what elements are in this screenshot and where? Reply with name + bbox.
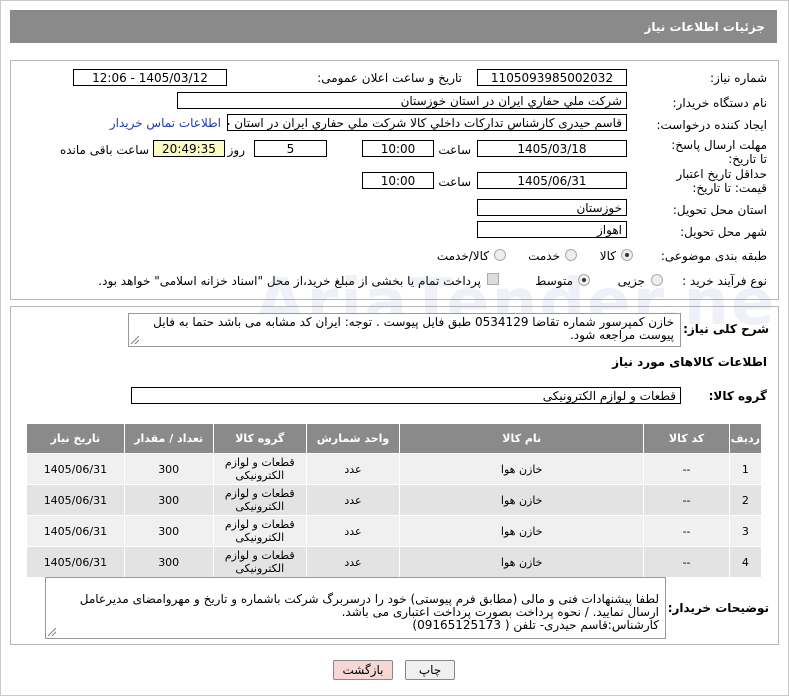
goods-section-title: اطلاعات کالاهای مورد نیاز: [612, 355, 767, 369]
reply-time-label: ساعت: [438, 143, 471, 157]
cell-row-number: 1: [728, 453, 763, 485]
city-label: شهر محل تحویل:: [680, 225, 767, 239]
need-number-field[interactable]: 1105093985002032: [477, 69, 627, 86]
validity-time-field[interactable]: 10:00: [362, 172, 434, 189]
resize-grip[interactable]: [131, 336, 139, 344]
category-option-goods: کالا: [599, 249, 616, 263]
creator-label: ایجاد کننده درخواست:: [656, 118, 767, 132]
cell-need-date: 1405/06/31: [26, 546, 125, 578]
cell-row-number: 2: [728, 484, 763, 516]
goods-group-field[interactable]: قطعات و لوازم الکترونیکی: [131, 387, 681, 404]
items-table: ردیف کد کالا نام کالا واحد شمارش گروه کا…: [26, 423, 763, 578]
category-radio-goods-service[interactable]: [494, 249, 506, 261]
back-button[interactable]: بازگشت: [333, 660, 393, 680]
category-radio-goods[interactable]: [621, 249, 633, 261]
buyer-label: نام دستگاه خریدار:: [672, 96, 768, 110]
process-option-medium: متوسط: [535, 274, 573, 288]
cell-item-name: خازن هوا: [399, 484, 645, 516]
category-radio-service[interactable]: [565, 249, 577, 261]
process-label: نوع فرآیند خرید :: [682, 274, 767, 288]
reply-deadline-label: مهلت ارسال پاسخ: تا تاریخ:: [671, 138, 767, 166]
col-group: گروه کالا: [212, 423, 307, 454]
validity-label: حداقل تاریخ اعتبار قیمت: تا تاریخ:: [676, 167, 767, 195]
buyer-notes-label: توضیحات خریدار:: [667, 601, 769, 615]
page-title: جزئیات اطلاعات نیاز: [644, 20, 765, 34]
process-radio-minor[interactable]: [651, 274, 663, 286]
resize-grip[interactable]: [48, 628, 56, 636]
cell-row-number: 4: [728, 546, 763, 578]
table-row[interactable]: 4 -- خازن هوا عدد قطعات و لوازم الکترونی…: [26, 546, 763, 578]
remaining-time-field: 20:49:35: [153, 140, 225, 157]
cell-quantity: 300: [123, 484, 214, 516]
reply-time-field[interactable]: 10:00: [362, 140, 434, 157]
goods-group-label: گروه کالا:: [708, 389, 767, 403]
reply-date-field[interactable]: 1405/03/18: [477, 140, 627, 157]
announce-datetime-field[interactable]: 1405/03/12 - 12:06: [73, 69, 227, 86]
payment-note: پرداخت تمام یا بخشی از مبلغ خرید،از محل …: [98, 274, 481, 288]
announce-label: تاریخ و ساعت اعلان عمومی:: [317, 71, 462, 85]
col-row-number: ردیف: [728, 423, 763, 454]
remaining-time-label: ساعت باقی مانده: [59, 143, 149, 157]
table-header-row: ردیف کد کالا نام کالا واحد شمارش گروه کا…: [26, 423, 763, 454]
cell-quantity: 300: [123, 546, 214, 578]
buyer-notes-text: لطفا پیشنهادات فنی و مالی (مطابق فرم پیو…: [79, 592, 659, 632]
cell-item-name: خازن هوا: [399, 453, 645, 485]
creator-field[interactable]: قاسم حيدری کارشناس تداركات داخلي كالا شر…: [227, 114, 627, 131]
cell-item-code: --: [643, 484, 730, 516]
cell-item-name: خازن هوا: [399, 515, 645, 547]
buyer-notes-textarea[interactable]: لطفا پیشنهادات فنی و مالی (مطابق فرم پیو…: [45, 577, 666, 639]
cell-unit: عدد: [305, 546, 401, 578]
table-row[interactable]: 1 -- خازن هوا عدد قطعات و لوازم الکترونی…: [26, 453, 763, 485]
process-radio-medium[interactable]: [578, 274, 590, 286]
cell-item-name: خازن هوا: [399, 546, 645, 578]
category-option-goods-service: کالا/خدمت: [436, 249, 489, 263]
cell-need-date: 1405/06/31: [26, 484, 125, 516]
cell-need-date: 1405/06/31: [26, 515, 125, 547]
validity-time-label: ساعت: [438, 175, 471, 189]
table-row[interactable]: 3 -- خازن هوا عدد قطعات و لوازم الکترونی…: [26, 515, 763, 547]
cell-quantity: 300: [123, 515, 214, 547]
col-quantity: تعداد / مقدار: [123, 423, 214, 454]
col-item-code: کد کالا: [643, 423, 730, 454]
col-item-name: نام کالا: [399, 423, 645, 454]
description-textarea[interactable]: خازن کمپرسور شماره تقاضا 0534129 طبق فای…: [128, 313, 681, 347]
cell-unit: عدد: [305, 515, 401, 547]
page-header: جزئیات اطلاعات نیاز: [10, 10, 777, 43]
cell-need-date: 1405/06/31: [26, 453, 125, 485]
buyer-field[interactable]: شرکت ملي حفاري ايران در استان خوزستان: [177, 92, 627, 109]
process-option-minor: جزیی: [617, 274, 645, 288]
cell-unit: عدد: [305, 484, 401, 516]
cell-group: قطعات و لوازم الکترونیکی: [212, 546, 307, 578]
col-unit: واحد شمارش: [305, 423, 401, 454]
cell-row-number: 3: [728, 515, 763, 547]
category-label: طبقه بندی موضوعی:: [660, 249, 767, 263]
table-row[interactable]: 2 -- خازن هوا عدد قطعات و لوازم الکترونی…: [26, 484, 763, 516]
print-button[interactable]: چاپ: [405, 660, 455, 680]
cell-item-code: --: [643, 515, 730, 547]
validity-date-field[interactable]: 1405/06/31: [477, 172, 627, 189]
cell-item-code: --: [643, 546, 730, 578]
description-label: شرح کلی نیاز:: [683, 322, 769, 336]
city-field[interactable]: اهواز: [477, 221, 627, 238]
cell-group: قطعات و لوازم الکترونیکی: [212, 484, 307, 516]
days-field[interactable]: 5: [254, 140, 327, 157]
province-label: استان محل تحویل:: [672, 203, 767, 217]
need-number-label: شماره نیاز:: [710, 71, 767, 85]
treasury-checkbox[interactable]: [487, 273, 499, 285]
category-option-service: خدمت: [528, 249, 560, 263]
cell-group: قطعات و لوازم الکترونیکی: [212, 453, 307, 485]
cell-item-code: --: [643, 453, 730, 485]
cell-group: قطعات و لوازم الکترونیکی: [212, 515, 307, 547]
province-field[interactable]: خوزستان: [477, 199, 627, 216]
description-text: خازن کمپرسور شماره تقاضا 0534129 طبق فای…: [153, 315, 674, 342]
cell-unit: عدد: [305, 453, 401, 485]
col-need-date: تاریخ نیاز: [26, 423, 125, 454]
cell-quantity: 300: [123, 453, 214, 485]
contact-info-link[interactable]: اطلاعات تماس خریدار: [110, 116, 221, 130]
